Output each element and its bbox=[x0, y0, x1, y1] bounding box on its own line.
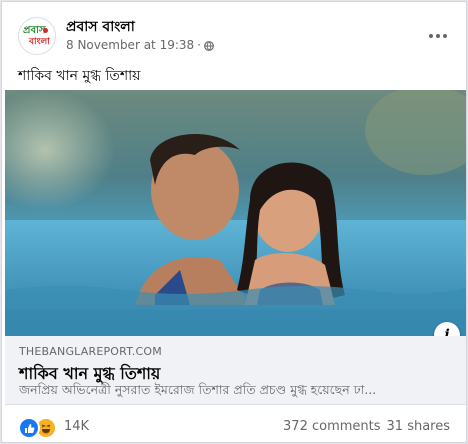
avatar-logo-text-2: বাংলা bbox=[29, 37, 50, 47]
shares-count[interactable]: 31 shares bbox=[387, 419, 450, 434]
link-preview-image[interactable] bbox=[5, 90, 466, 336]
link-preview[interactable]: THEBANGLAREPORT.COM শাকিব খান মুগ্ধ তিশা… bbox=[5, 336, 466, 405]
post-card: প্রবাস বাংলা প্রবাস বাংলা 8 November at … bbox=[1, 1, 467, 443]
meta-separator: · bbox=[197, 38, 201, 52]
reaction-count[interactable]: 14K bbox=[64, 419, 89, 434]
post-text: শাকিব খান মুগ্ধ তিশায় bbox=[18, 68, 141, 84]
more-options-icon[interactable] bbox=[426, 24, 450, 48]
page-avatar[interactable]: প্রবাস বাংলা bbox=[18, 17, 56, 55]
reaction-icons[interactable] bbox=[18, 417, 57, 439]
page-name-link[interactable]: প্রবাস বাংলা bbox=[66, 15, 135, 39]
post-stats: 372 comments 31 shares bbox=[283, 419, 450, 434]
link-domain: THEBANGLAREPORT.COM bbox=[19, 345, 162, 358]
post-timestamp[interactable]: 8 November at 19:38 bbox=[66, 38, 194, 52]
like-icon bbox=[18, 417, 40, 439]
post-header: প্রবাস বাংলা প্রবাস বাংলা 8 November at … bbox=[18, 14, 450, 58]
avatar-logo-dot bbox=[43, 28, 48, 33]
post-footer: 14K 372 comments 31 shares bbox=[18, 416, 450, 439]
comments-count[interactable]: 372 comments bbox=[283, 419, 380, 434]
globe-icon bbox=[204, 40, 214, 51]
post-meta: 8 November at 19:38 · bbox=[66, 38, 214, 52]
link-description: জনপ্রিয় অভিনেত্রী নুসরাত ইমরোজ তিশার প্… bbox=[19, 382, 377, 397]
